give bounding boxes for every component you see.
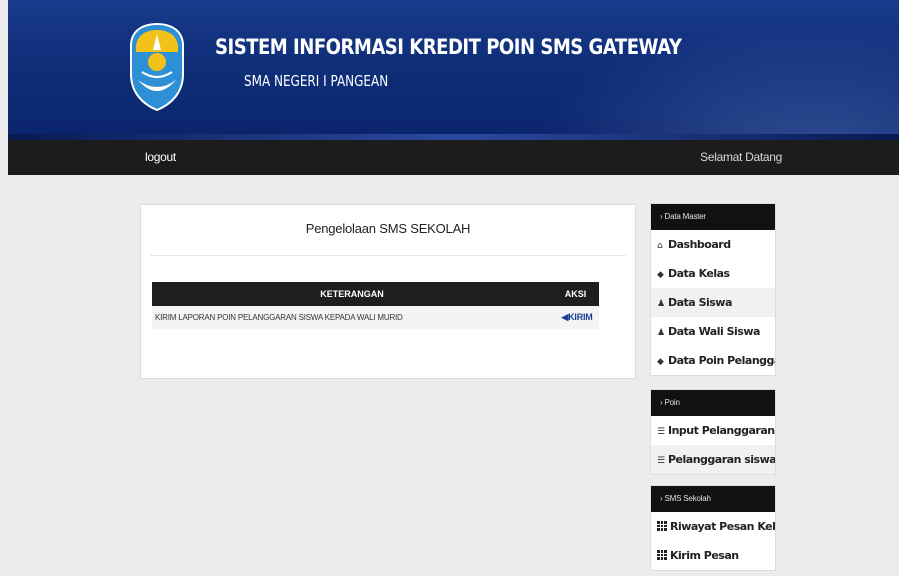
banner-shine (479, 0, 899, 140)
sidebar-sms-sekolah: › SMS Sekolah Riwayat Pesan Keluar Kirim… (650, 485, 776, 571)
sidebar-heading-sms-sekolah: › SMS Sekolah (651, 486, 775, 512)
sidebar-heading-data-master: › Data Master (651, 204, 775, 230)
sidebar-item-data-siswa[interactable]: ♟ Data Siswa (651, 288, 775, 317)
sidebar-data-master: › Data Master ⌂ Dashboard ◆ Data Kelas ♟ Da… (650, 203, 776, 376)
sidebar-item-data-poin-pelanggaran[interactable]: ◆ Data Poin Pelanggaran (651, 346, 775, 375)
user-icon: ♟ (657, 328, 665, 338)
sidebar-item-data-kelas[interactable]: ◆ Data Kelas (651, 259, 775, 288)
sidebar-item-label: Data Poin Pelanggaran (668, 354, 775, 367)
header-banner: SISTEM INFORMASI KREDIT POIN SMS GATEWAY… (8, 0, 899, 140)
sms-management-panel: Pengelolaan SMS SEKOLAH KETERANGAN AKSI … (140, 204, 636, 379)
site-subtitle: SMA NEGERI I PANGEAN (244, 72, 389, 90)
list-icon: ☰ (657, 427, 665, 437)
sidebar-item-input-pelanggaran[interactable]: ☰ Input Pelanggaran (651, 416, 775, 445)
sidebar-item-data-wali-siswa[interactable]: ♟ Data Wali Siswa (651, 317, 775, 346)
calculator-icon (657, 550, 667, 560)
school-emblem-logo (130, 22, 184, 112)
sidebar-item-label: Dashboard (668, 238, 731, 251)
list-icon: ☰ (657, 456, 665, 466)
top-navbar: logout Selamat Datang (8, 140, 899, 175)
welcome-text: Selamat Datang (700, 150, 782, 164)
sidebar-item-riwayat-pesan-keluar[interactable]: Riwayat Pesan Keluar (651, 512, 775, 541)
site-title: SISTEM INFORMASI KREDIT POIN SMS GATEWAY (215, 35, 682, 59)
sidebar-item-label: Data Siswa (668, 296, 732, 309)
table-row: KIRIM LAPORAN POIN PELANGGARAN SISWA KEP… (152, 306, 599, 329)
kirim-button[interactable]: ◀KIRIM (561, 312, 592, 322)
column-header-keterangan: KETERANGAN (152, 282, 552, 306)
sms-table: KETERANGAN AKSI KIRIM LAPORAN POIN PELAN… (152, 282, 599, 329)
sidebar-heading-poin: › Poin (651, 390, 775, 416)
table-header-row: KETERANGAN AKSI (152, 282, 599, 306)
sidebar-item-pelanggaran-siswa[interactable]: ☰ Pelanggaran siswa (651, 445, 775, 474)
sidebar-item-label: Kirim Pesan (670, 549, 739, 562)
tag-icon: ◆ (657, 270, 664, 280)
sidebar-item-label: Input Pelanggaran (668, 424, 775, 437)
calculator-icon (657, 521, 667, 531)
sidebar-item-dashboard[interactable]: ⌂ Dashboard (651, 230, 775, 259)
sidebar-item-label: Data Wali Siswa (668, 325, 760, 338)
panel-divider (151, 255, 626, 256)
sidebar-poin: › Poin ☰ Input Pelanggaran ☰ Pelanggaran s… (650, 389, 776, 475)
home-icon: ⌂ (657, 241, 663, 251)
kirim-label: KIRIM (568, 312, 593, 322)
row-keterangan: KIRIM LAPORAN POIN PELANGGARAN SISWA KEP… (152, 306, 552, 329)
sidebar-item-label: Pelanggaran siswa (668, 453, 775, 466)
sidebar-item-label: Riwayat Pesan Keluar (670, 520, 775, 533)
logout-link[interactable]: logout (145, 150, 176, 164)
tag-icon: ◆ (657, 357, 664, 367)
row-aksi: ◀KIRIM (552, 306, 599, 329)
column-header-aksi: AKSI (552, 282, 599, 306)
user-icon: ♟ (657, 299, 665, 309)
panel-title: Pengelolaan SMS SEKOLAH (305, 221, 471, 236)
sidebar-item-kirim-pesan[interactable]: Kirim Pesan (651, 541, 775, 570)
sidebar-item-label: Data Kelas (668, 267, 730, 280)
